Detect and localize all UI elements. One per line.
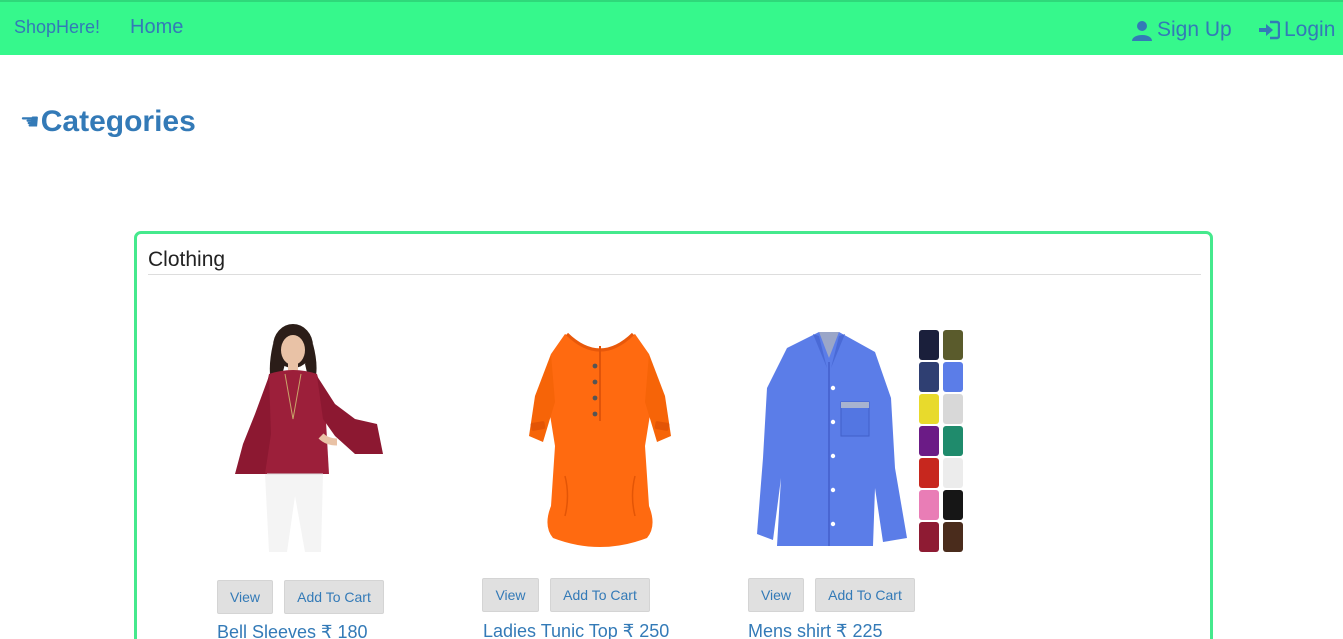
panel-title: Clothing bbox=[148, 248, 226, 271]
view-button[interactable]: View bbox=[217, 580, 273, 614]
pointing-hand-icon: ☚ bbox=[20, 109, 40, 134]
product-title-link[interactable]: Mens shirt ₹ 225 bbox=[748, 621, 883, 639]
nav-home-link[interactable]: Home bbox=[130, 16, 183, 39]
category-panel-clothing: Clothing View Add To Cart Bell Sleeves ₹… bbox=[134, 231, 1213, 639]
signup-label: Sign Up bbox=[1157, 18, 1232, 41]
login-link[interactable]: Login bbox=[1258, 18, 1335, 42]
view-button[interactable]: View bbox=[748, 578, 804, 612]
navbar: ShopHere! Home Sign Up Login bbox=[0, 0, 1343, 55]
login-label: Login bbox=[1284, 18, 1336, 41]
add-to-cart-button[interactable]: Add To Cart bbox=[550, 578, 650, 612]
product-title-link[interactable]: Ladies Tunic Top ₹ 250 bbox=[483, 621, 669, 639]
product-image-tunic-top[interactable] bbox=[525, 326, 675, 551]
brand-link[interactable]: ShopHere! bbox=[14, 17, 100, 38]
signup-link[interactable]: Sign Up bbox=[1131, 18, 1232, 42]
product-title-link[interactable]: Bell Sleeves ₹ 180 bbox=[217, 622, 368, 639]
panel-divider bbox=[148, 274, 1201, 275]
product-image-bell-sleeves[interactable] bbox=[225, 324, 385, 554]
categories-heading: ☚ Categories bbox=[20, 105, 196, 139]
product-image-mens-shirt[interactable] bbox=[757, 328, 975, 553]
add-to-cart-button[interactable]: Add To Cart bbox=[284, 580, 384, 614]
login-icon bbox=[1259, 20, 1280, 40]
view-button[interactable]: View bbox=[482, 578, 539, 612]
add-to-cart-button[interactable]: Add To Cart bbox=[815, 578, 915, 612]
user-icon bbox=[1132, 20, 1152, 41]
categories-title: Categories bbox=[40, 105, 196, 138]
